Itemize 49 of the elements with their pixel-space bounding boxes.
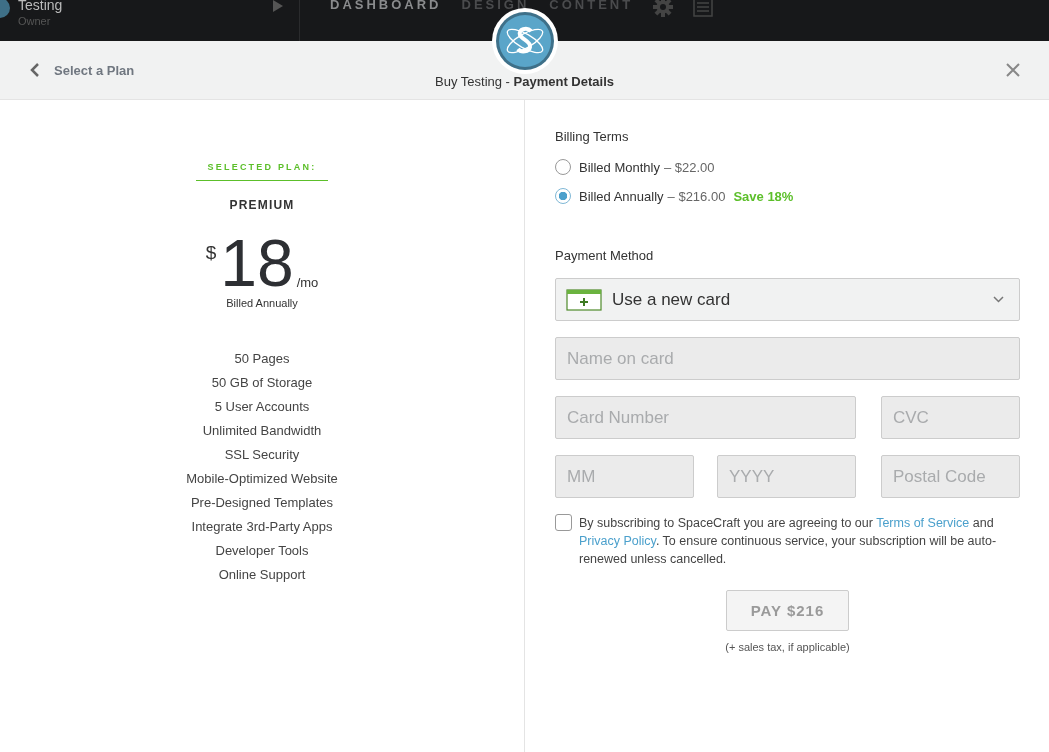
plan-price: 18 (220, 232, 294, 294)
input-field[interactable]: Card Number (555, 396, 856, 439)
plan-feature: SSL Security (224, 446, 300, 464)
terms-link[interactable]: Privacy Policy (579, 534, 656, 548)
plan-feature: Developer Tools (215, 542, 309, 560)
plan-feature: Online Support (218, 566, 306, 584)
plan-feature: Integrate 3rd-Party Apps (191, 518, 333, 536)
play-icon[interactable] (273, 0, 283, 12)
billing-terms-label: Billing Terms (555, 129, 630, 144)
plan-name: PREMIUM (229, 198, 295, 212)
input-field[interactable]: Postal Code (881, 455, 1020, 498)
savings-note: Save 18% (733, 188, 794, 204)
plan-feature: Pre-Designed Templates (190, 494, 334, 512)
plan-feature: Mobile-Optimized Website (186, 470, 338, 488)
caret-icon (993, 296, 1004, 303)
sales-tax-note: (+ sales tax, if applicable) (725, 641, 850, 653)
close-icon[interactable] (1006, 63, 1020, 77)
input-field[interactable]: Name on card (555, 337, 1020, 380)
plan-feature: 50 Pages (234, 350, 290, 368)
checkbox[interactable] (555, 514, 572, 531)
input-field[interactable]: CVC (881, 396, 1020, 439)
avatar-icon (0, 0, 10, 18)
payment-method-dropdown[interactable]: Use a new card (555, 278, 1020, 321)
add-card-icon (566, 288, 602, 311)
price-period: /mo (296, 275, 319, 290)
settings-icon[interactable] (653, 0, 674, 17)
selected-plan-heading: SELECTED PLAN: (195, 162, 329, 181)
back-link[interactable]: Select a Plan (30, 62, 135, 78)
billing-option-price: – $22.00 (663, 159, 715, 175)
billing-option-price: – $216.00 (667, 188, 726, 204)
plan-feature: 50 GB of Storage (211, 374, 313, 392)
nav-tab[interactable]: DASHBOARD (330, 0, 442, 12)
input-field[interactable]: MM (555, 455, 694, 498)
chevron-left-icon (30, 63, 40, 77)
modal-title: Buy Testing - Payment Details (435, 74, 614, 89)
billing-option-label[interactable]: Billed Monthly (579, 159, 660, 175)
terms-agreement-text: By subscribing to SpaceCraft you are agreeing to our Terms of Service and Privacy Policy. To ensure continuous service, your subscription will be auto-renewed unless cancelled. (579, 515, 998, 568)
input-field[interactable]: YYYY (717, 455, 856, 498)
account-role: Owner (18, 15, 52, 27)
radio-button[interactable] (555, 188, 571, 204)
plan-feature: Unlimited Bandwidth (202, 422, 322, 440)
payment-method-label: Payment Method (555, 248, 655, 263)
terms-link[interactable]: Terms of Service (876, 516, 970, 530)
billing-option-label[interactable]: Billed Annually (579, 188, 664, 204)
atom-logo-icon (491, 7, 559, 75)
billing-note: Billed Annually (226, 297, 298, 309)
account-name[interactable]: Testing (18, 0, 63, 13)
plan-feature: 5 User Accounts (214, 398, 310, 416)
currency-symbol: $ (205, 242, 217, 264)
